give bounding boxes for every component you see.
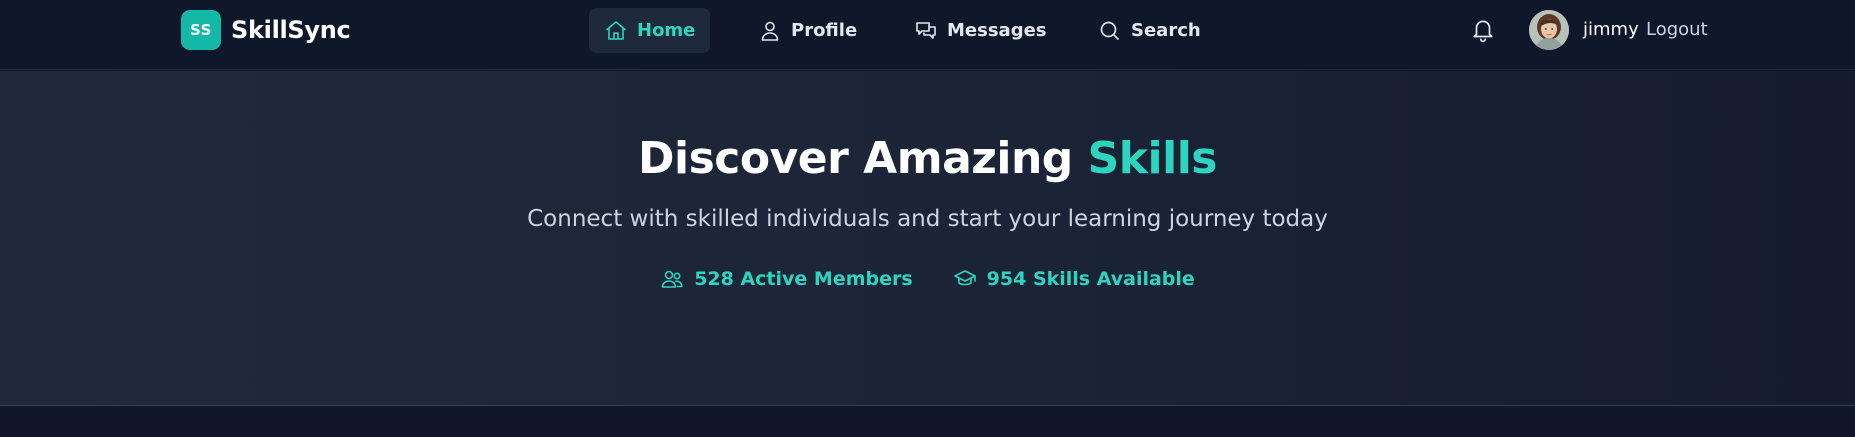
nav-home[interactable]: Home [589,8,711,53]
search-icon [1100,21,1119,40]
logout-link[interactable]: Logout [1646,19,1708,40]
stat-active-members: 528 Active Members [660,267,913,291]
bell-icon[interactable] [1470,17,1496,43]
hero-title-accent: Skills [1087,133,1218,184]
nav-search[interactable]: Search [1083,8,1216,53]
avatar-photo [1529,10,1569,50]
stat-active-members-text: 528 Active Members [694,268,913,290]
users-icon [661,270,683,288]
stat-skills-available: 954 Skills Available [953,267,1195,291]
user-icon [761,21,779,41]
hero-title: Discover Amazing Skills [0,133,1855,184]
top-navbar: SS SkillSync Home Profile Messages Searc… [0,0,1855,70]
nav-messages[interactable]: Messages [899,8,1062,53]
nav-home-label: Home [637,20,696,41]
brand-name: SkillSync [231,16,351,44]
stat-skills-available-text: 954 Skills Available [986,268,1195,290]
hero-section: Discover Amazing Skills Connect with ski… [0,71,1855,406]
hero-title-prefix: Discover Amazing [638,133,1073,184]
home-icon [606,20,626,40]
hero-subtitle: Connect with skilled individuals and sta… [527,206,1328,232]
nav-search-label: Search [1131,20,1201,41]
username[interactable]: jimmy [1583,19,1639,40]
nav-profile[interactable]: Profile [743,8,872,53]
chat-icon [916,21,936,39]
nav-messages-label: Messages [947,20,1047,41]
user-avatar[interactable] [1529,10,1569,50]
graduation-cap-icon [953,270,976,286]
nav-profile-label: Profile [791,20,858,41]
brand-home-link[interactable]: SS SkillSync [181,10,351,50]
hero-stats: 528 Active Members 954 Skills Available [0,267,1855,291]
brand-logo: SS [181,10,221,50]
